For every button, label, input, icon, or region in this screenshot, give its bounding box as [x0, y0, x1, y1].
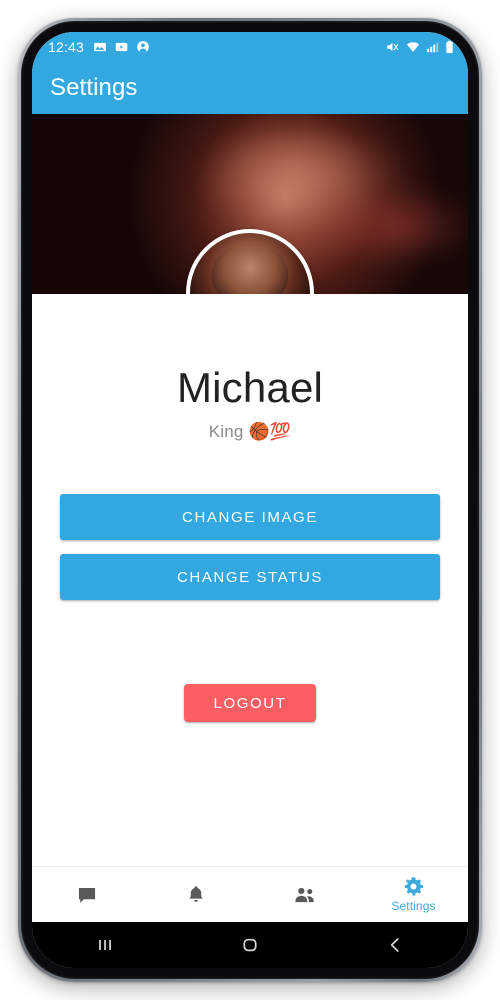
nav-label-settings: Settings — [391, 899, 436, 913]
status-bar-right-icons — [385, 40, 454, 54]
nav-item-settings[interactable]: Settings — [359, 867, 468, 922]
change-image-button[interactable]: CHANGE IMAGE — [60, 494, 440, 540]
video-icon — [115, 42, 128, 52]
chat-bubble-icon — [78, 887, 95, 903]
logout-button[interactable]: LOGOUT — [183, 684, 317, 722]
recents-button[interactable] — [32, 934, 177, 956]
home-icon — [243, 938, 257, 952]
home-button[interactable] — [177, 934, 322, 956]
bell-icon — [188, 885, 203, 902]
profile-status: King 🏀💯 — [208, 422, 292, 441]
profile-content: Michael King 🏀💯 CHANGE IMAGE CHANGE STAT… — [32, 294, 468, 866]
action-buttons: CHANGE IMAGE CHANGE STATUS — [32, 494, 468, 600]
android-navigation-bar — [32, 922, 468, 968]
back-icon — [391, 938, 399, 952]
account-icon — [137, 41, 149, 53]
back-button[interactable] — [323, 934, 468, 956]
status-bar: 12:43 — [32, 32, 468, 62]
logout-container: LOGOUT — [32, 684, 468, 722]
change-status-button[interactable]: CHANGE STATUS — [60, 554, 440, 600]
mute-icon — [387, 42, 399, 52]
bottom-navigation: Settings — [32, 866, 468, 922]
status-bar-left-icons — [93, 40, 150, 54]
phone-screen: 12:43 Settings Michael King 🏀💯 CHANGE IM… — [32, 32, 468, 968]
people-icon — [294, 887, 314, 902]
nav-item-notifications[interactable] — [141, 867, 250, 922]
image-icon — [94, 42, 106, 52]
recents-icon — [98, 939, 111, 951]
profile-name: Michael — [176, 364, 324, 411]
cover-photo[interactable] — [32, 114, 468, 357]
wifi-icon — [406, 42, 420, 52]
battery-icon — [446, 40, 453, 54]
status-bar-clock: 12:43 — [48, 39, 85, 55]
signal-icon — [427, 42, 439, 53]
gear-icon — [404, 877, 424, 896]
app-bar: Settings — [32, 62, 468, 114]
page-title: Settings — [50, 74, 138, 101]
nav-item-chat[interactable] — [32, 867, 141, 922]
nav-item-friends[interactable] — [250, 867, 359, 922]
